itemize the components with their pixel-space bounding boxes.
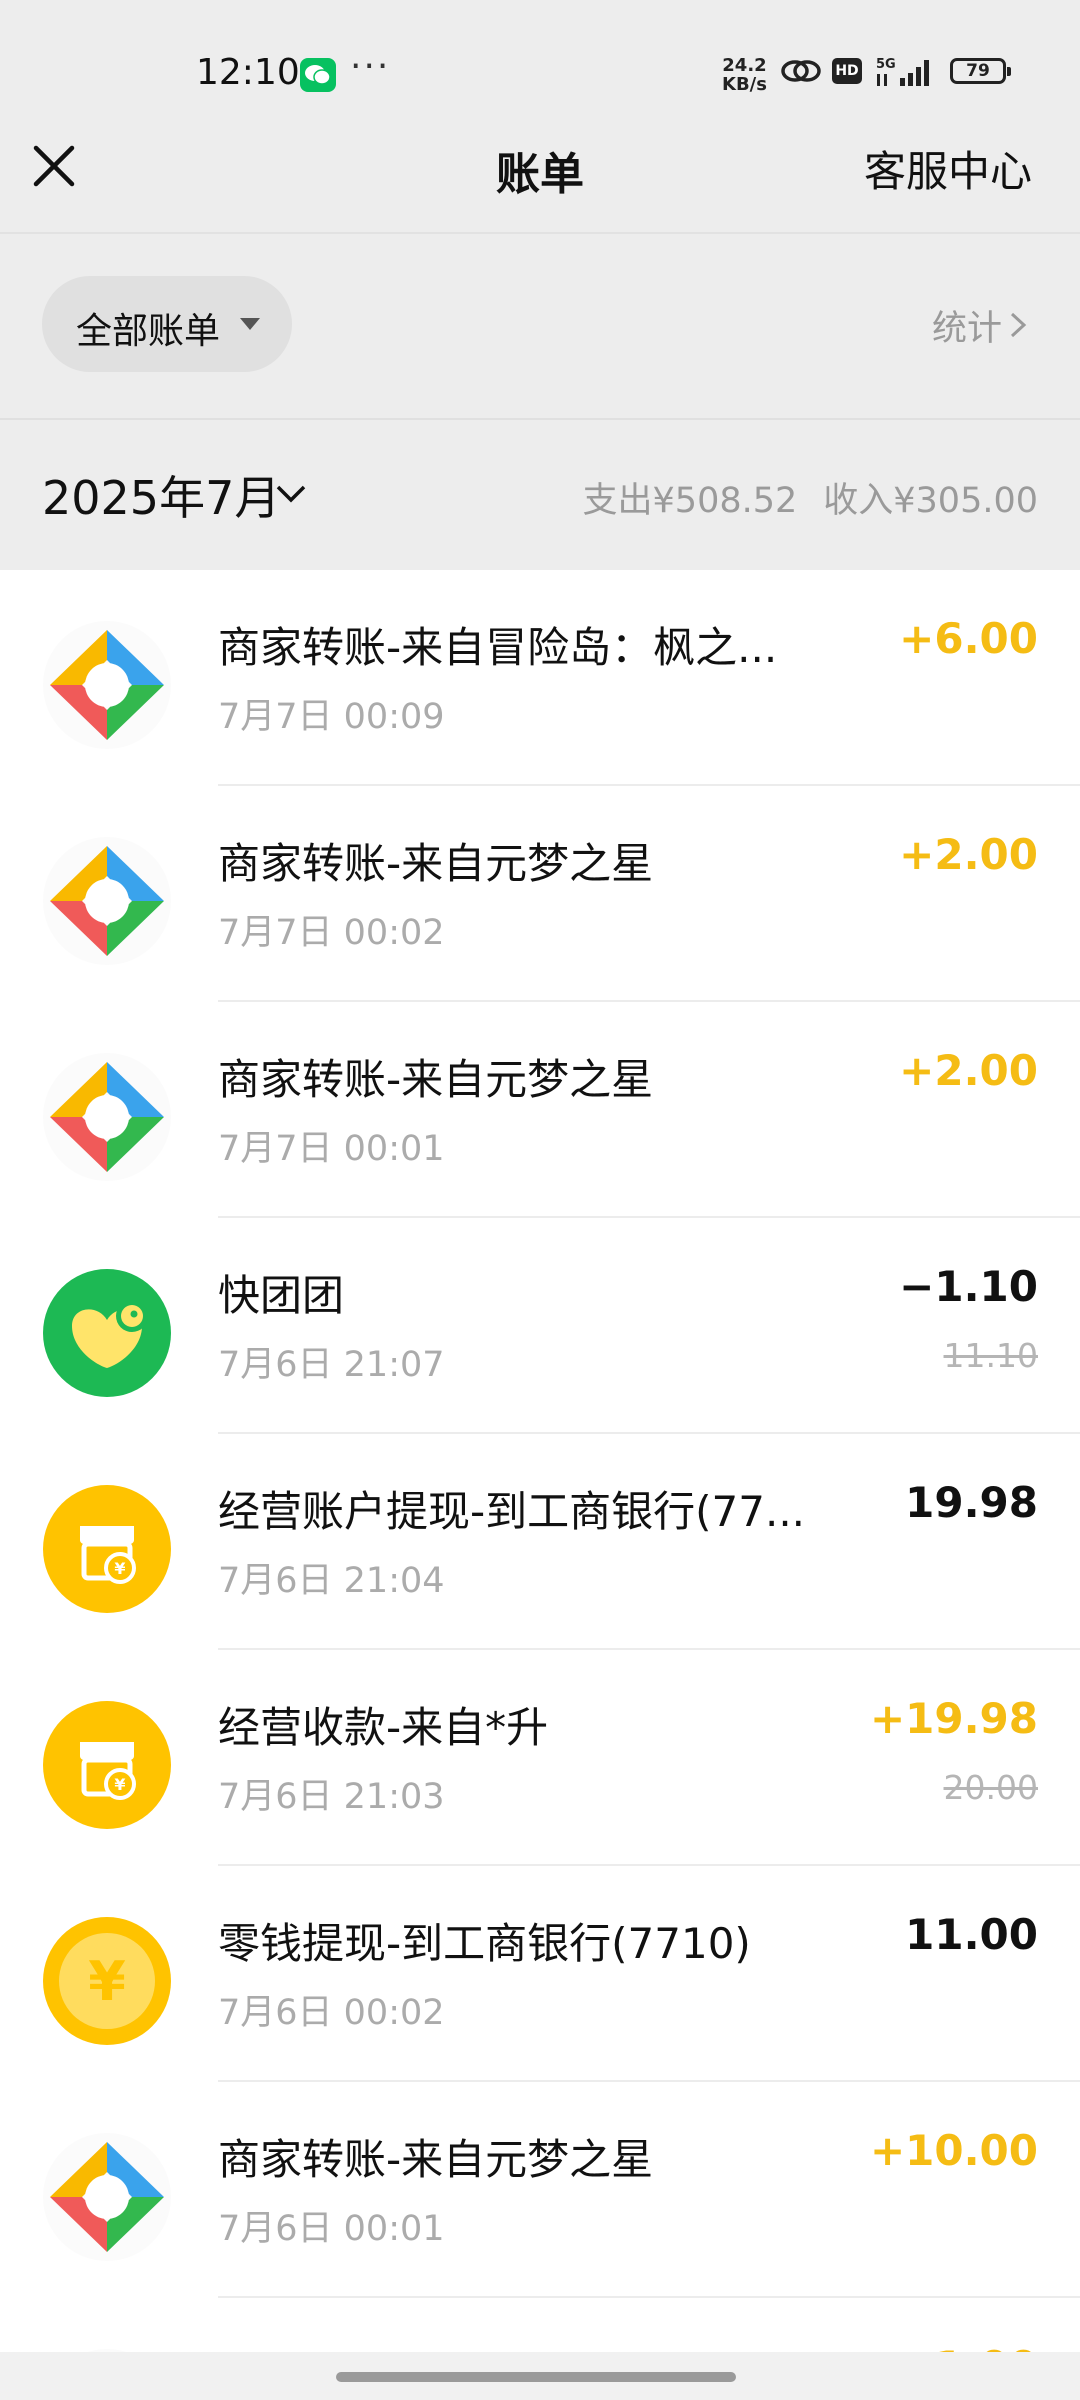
merchant-transfer-icon	[43, 2133, 171, 2261]
hd-icon: HD	[832, 58, 862, 84]
statistics-label: 统计	[931, 309, 1002, 349]
home-indicator[interactable]	[336, 2372, 736, 2382]
transaction-amount: +19.98	[869, 1694, 1038, 1743]
statistics-link[interactable]: 统计	[932, 300, 1028, 351]
transaction-row[interactable]: ¥ 零钱提现-到工商银行(7710) 7月6日 00:02 11.00	[0, 1866, 1080, 2082]
merchant-transfer-icon	[43, 837, 171, 965]
link-icon	[781, 60, 821, 82]
svg-text:¥: ¥	[88, 1950, 126, 2013]
status-time: 12:10	[196, 52, 300, 93]
transaction-amount: +2.00	[899, 830, 1038, 879]
svg-text:5G: 5G	[876, 57, 896, 72]
transaction-amount: 19.98	[905, 1478, 1038, 1527]
transaction-row[interactable]: 商家转账-来自元梦之星 7月6日 00:01 +10.00	[0, 2082, 1080, 2298]
transaction-time: 7月7日 00:09	[218, 697, 445, 737]
expense-total: 支出¥508.52	[582, 481, 798, 521]
close-icon[interactable]	[28, 140, 80, 192]
transaction-title: 经营收款-来自*升	[218, 1703, 549, 1752]
caret-down-icon	[240, 318, 260, 330]
transaction-title: 商家转账-来自冒险岛：枫之...	[218, 623, 778, 672]
more-notifications-icon: ···	[350, 46, 391, 87]
svg-text:¥: ¥	[114, 1775, 125, 1794]
transaction-title: 经营账户提现-到工商银行(77...	[218, 1487, 806, 1536]
transaction-row[interactable]: 商家转账-来自元梦之星 7月7日 00:01 +2.00	[0, 1002, 1080, 1218]
business-account-icon: ¥	[43, 1701, 171, 1829]
transaction-time: 7月6日 00:01	[218, 2209, 445, 2249]
business-account-icon: ¥	[43, 1485, 171, 1613]
month-totals: 支出¥508.52 收入¥305.00	[557, 472, 1038, 523]
transaction-row[interactable]: 商家转账-来自冒险岛：枫之... 7月7日 00:09 +6.00	[0, 570, 1080, 786]
transaction-title: 商家转账-来自元梦之星	[218, 839, 654, 888]
transaction-title: 商家转账-来自元梦之星	[218, 2135, 654, 2184]
transaction-amount: +2.00	[899, 1046, 1038, 1095]
svg-text:¥: ¥	[114, 1559, 125, 1578]
transaction-amount: 11.00	[905, 1910, 1038, 1959]
transaction-title: 商家转账-来自元梦之星	[218, 1055, 654, 1104]
chevron-right-icon	[1010, 312, 1027, 338]
all-bills-label: 全部账单	[76, 311, 221, 352]
transaction-title: 快团团	[218, 1271, 345, 1320]
kuaituantuan-icon	[43, 1269, 171, 1397]
network-speed: 24.2 KB/s	[722, 55, 767, 95]
battery-icon: 79	[950, 58, 1011, 84]
month-selector[interactable]: 2025年7月	[42, 462, 280, 528]
original-amount: 11.10	[943, 1336, 1038, 1375]
transaction-amount: +10.00	[869, 2126, 1038, 2175]
income-total: 收入¥305.00	[823, 481, 1038, 521]
transaction-row[interactable]: ¥ 经营收款-来自*升 7月6日 21:03 +19.98 20.00	[0, 1650, 1080, 1866]
transaction-time: 7月6日 21:07	[218, 1345, 445, 1385]
customer-service-link[interactable]: 客服中心	[864, 138, 1032, 199]
transaction-amount: +6.00	[899, 614, 1038, 663]
transaction-time: 7月6日 21:03	[218, 1777, 445, 1817]
signal-icon: 5G	[876, 57, 929, 86]
merchant-transfer-icon	[43, 621, 171, 749]
original-amount: 20.00	[943, 1768, 1038, 1807]
transaction-amount: −1.10	[899, 1262, 1038, 1311]
transaction-row[interactable]: 商家转账-来自元梦之星 7月7日 00:02 +2.00	[0, 786, 1080, 1002]
transaction-row[interactable]: ¥ 经营账户提现-到工商银行(77... 7月6日 21:04 19.98	[0, 1434, 1080, 1650]
transaction-time: 7月6日 00:02	[218, 1993, 445, 2033]
merchant-transfer-icon	[43, 1053, 171, 1181]
transaction-time: 7月7日 00:02	[218, 913, 445, 953]
transaction-time: 7月6日 21:04	[218, 1561, 445, 1601]
header-bar: 账单 客服中心	[0, 100, 1080, 232]
all-bills-filter-button[interactable]: 全部账单	[42, 276, 292, 372]
filter-bar: 全部账单 统计	[0, 234, 1080, 418]
transaction-time: 7月7日 00:01	[218, 1129, 445, 1169]
month-summary-bar: 2025年7月 支出¥508.52 收入¥305.00	[0, 420, 1080, 570]
chevron-down-icon[interactable]	[274, 482, 308, 506]
change-wallet-icon: ¥	[43, 1917, 171, 2045]
transaction-row[interactable]: 快团团 7月6日 21:07 −1.10 11.10	[0, 1218, 1080, 1434]
wechat-notification-icon	[300, 58, 336, 92]
transaction-title: 零钱提现-到工商银行(7710)	[218, 1919, 751, 1968]
transaction-list: 商家转账-来自冒险岛：枫之... 7月7日 00:09 +6.00 商家转账-来…	[0, 570, 1080, 2400]
